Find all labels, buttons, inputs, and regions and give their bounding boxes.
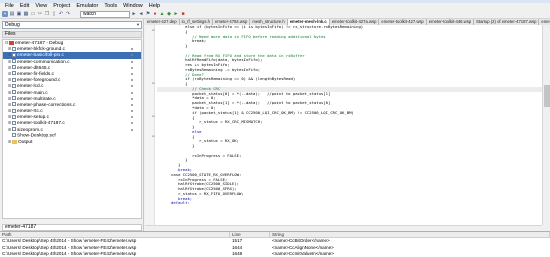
- file-icon: [12, 127, 16, 132]
- file-icon: [12, 46, 16, 51]
- column-header-string[interactable]: String: [270, 232, 550, 237]
- find-results-panel: Path Line String C:\Users\ Desktop\Sep 4…: [0, 231, 550, 257]
- new-file-icon[interactable]: ▪: [2, 11, 8, 17]
- file-icon: [12, 114, 16, 119]
- stop-build-icon[interactable]: ■: [180, 11, 186, 17]
- tree-item[interactable]: ⊞ Output: [3, 139, 141, 145]
- menu-item-file[interactable]: File: [2, 3, 17, 10]
- cut-icon[interactable]: ✂: [37, 11, 43, 17]
- undo-icon[interactable]: ↶: [58, 11, 64, 17]
- find-next-icon[interactable]: ►: [131, 11, 137, 17]
- file-icon: [12, 65, 16, 70]
- column-header-line[interactable]: Line: [230, 232, 270, 237]
- menu-item-project[interactable]: Project: [50, 3, 73, 10]
- file-icon: [12, 59, 16, 64]
- save-icon[interactable]: ▣: [16, 11, 22, 17]
- find-prev-icon[interactable]: ◄: [138, 11, 144, 17]
- scrollbar-thumb[interactable]: [544, 85, 550, 107]
- code-text[interactable]: else if (bytesInFifo <= (i is bytesInFif…: [157, 25, 542, 206]
- redo-icon[interactable]: ↷: [65, 11, 71, 17]
- column-header-path[interactable]: Path: [0, 232, 230, 237]
- code-token: }: [157, 143, 195, 149]
- status-dot-icon: [131, 79, 133, 82]
- status-dot-icon: [131, 122, 133, 125]
- fold-marker-icon[interactable]: ⊟: [152, 115, 155, 118]
- result-path: C:\Users\ Desktop\Sep 4th2014 - Show \em…: [2, 251, 137, 256]
- status-dot-icon: [131, 85, 133, 88]
- status-dot-icon: [131, 128, 133, 131]
- build-config-select[interactable]: Debug ▼: [2, 21, 142, 29]
- menu-item-edit[interactable]: Edit: [17, 3, 32, 10]
- menu-item-tools[interactable]: Tools: [101, 3, 120, 10]
- status-dot-icon: [131, 48, 133, 51]
- open-folder-icon[interactable]: ▤: [9, 11, 15, 17]
- folder-icon: [12, 139, 17, 144]
- result-line: 1648: [232, 251, 243, 256]
- code-line: default:: [157, 200, 542, 206]
- menu-item-help[interactable]: Help: [146, 3, 163, 10]
- menu-item-window[interactable]: Window: [120, 3, 146, 10]
- fold-marker-icon[interactable]: ⊟: [152, 82, 155, 85]
- code-token: default:: [157, 200, 190, 206]
- status-dot-icon: [131, 60, 133, 63]
- search-input[interactable]: [80, 10, 130, 18]
- compile-icon[interactable]: ◆: [166, 11, 172, 17]
- status-dot-icon: [131, 54, 133, 57]
- files-footer-tab[interactable]: emeter-47187: [2, 224, 142, 231]
- toolbar: ▪ ▤ ▣ ▦ ▭ ✂ ❐ ▯ ↶ ↷ ► ◄ ⚑ ● ▲ ◆ ► ■: [0, 10, 550, 19]
- copy-icon[interactable]: ❐: [44, 11, 50, 17]
- file-icon: [12, 52, 16, 57]
- file-icon: [12, 96, 16, 101]
- editor-vertical-scrollbar[interactable]: [542, 25, 550, 225]
- build-config-value: Debug: [5, 22, 20, 28]
- result-row[interactable]: C:\Users\ Desktop\Sep 4th2014 - Show \em…: [0, 251, 550, 257]
- file-icon: [12, 77, 16, 82]
- fold-marker-icon[interactable]: ⊟: [152, 135, 155, 138]
- editor-gutter: ⊟ ⊟ ⊟ ⊟: [145, 25, 155, 225]
- file-icon: [12, 108, 16, 113]
- file-icon: [12, 102, 16, 107]
- status-dot-icon: [131, 110, 133, 113]
- tree-item-label: Show-Desktop.scf: [17, 133, 56, 139]
- project-icon: [9, 40, 14, 45]
- code-token: is bytesInFifo) != rx_structure.rxBytesR…: [248, 25, 364, 29]
- menu-item-view[interactable]: View: [32, 3, 50, 10]
- file-tree: ⊟ emeter-47187 - Debug ⊞ emeter-bkfck-groun…: [2, 39, 142, 219]
- breakpoint-icon[interactable]: ●: [152, 11, 158, 17]
- menu-item-emulator[interactable]: Emulator: [73, 3, 101, 10]
- tree-item-label: Output: [18, 140, 33, 145]
- download-debug-icon[interactable]: ►: [173, 11, 179, 17]
- status-dot-icon: [131, 103, 133, 106]
- chevron-down-icon[interactable]: ▼: [136, 22, 140, 28]
- file-icon: [12, 132, 16, 137]
- file-icon: [12, 90, 16, 94]
- files-header: Files: [2, 31, 142, 38]
- paste-icon[interactable]: ▯: [51, 11, 57, 17]
- bookmark-icon[interactable]: ⚑: [145, 11, 151, 17]
- status-dot-icon: [131, 116, 133, 119]
- menu-bar: File Edit View Project Emulator Tools Window He…: [0, 3, 550, 10]
- result-string: <name>CcInitValueIn</name>: [272, 251, 334, 256]
- status-dot-icon: [131, 66, 133, 69]
- file-icon: [12, 83, 16, 88]
- make-icon[interactable]: ▲: [159, 11, 165, 17]
- status-dot-icon: [131, 91, 133, 94]
- code-token: }: [157, 43, 188, 49]
- file-icon: [12, 71, 16, 76]
- code-editor[interactable]: ⊟ ⊟ ⊟ ⊟ else if (bytesInFifo <= (i is by…: [145, 25, 542, 225]
- save-all-icon[interactable]: ▦: [23, 11, 29, 17]
- status-dot-icon: [131, 72, 133, 75]
- status-dot-icon: [131, 97, 133, 100]
- file-icon: [12, 120, 16, 125]
- files-panel: Debug ▼ Files ⊟ emeter-47187 - Debug ⊞ emet…: [0, 19, 144, 237]
- print-icon[interactable]: ▭: [30, 11, 36, 17]
- fold-marker-icon[interactable]: ⊟: [152, 29, 155, 32]
